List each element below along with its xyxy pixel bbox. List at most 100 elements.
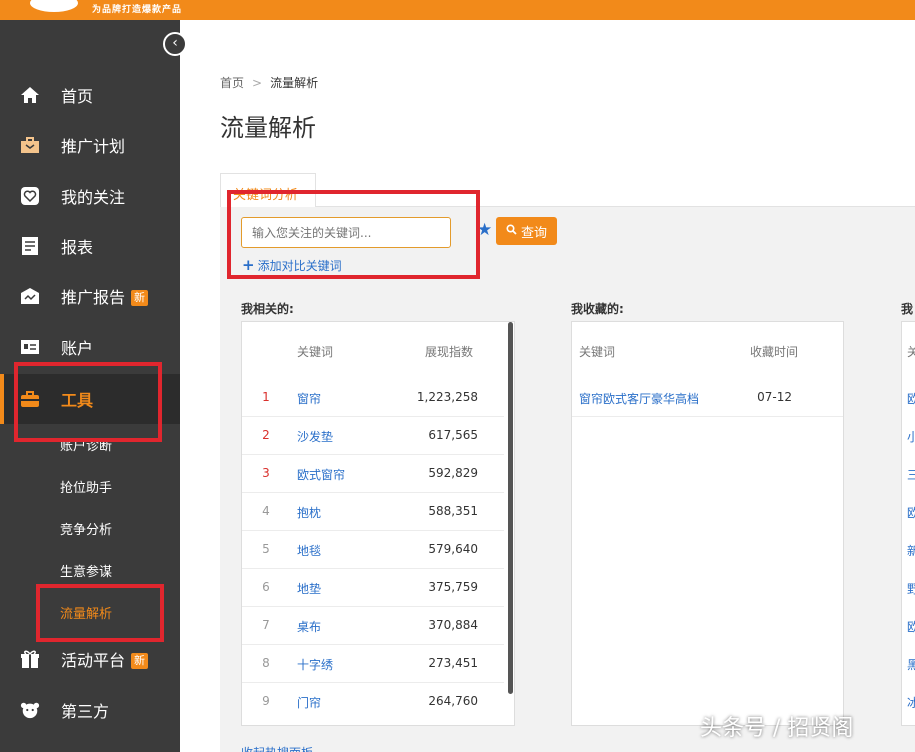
rank-number: 9 <box>262 694 270 708</box>
query-button[interactable]: 查询 <box>496 217 557 245</box>
nav-item-label: 报表 <box>61 238 94 257</box>
row-divider <box>242 530 504 531</box>
nav-item-label: 首页 <box>61 87 94 106</box>
nav-item-my-follows[interactable]: 我的关注 <box>0 173 180 219</box>
row-divider <box>242 644 504 645</box>
nav-item-label: 工具 <box>61 391 94 410</box>
rank-number: 4 <box>262 504 270 518</box>
nav-item-reports[interactable]: 报表 <box>0 223 180 269</box>
third-column-title: 我 <box>901 302 914 316</box>
third-column-keyword[interactable]: 欧 <box>907 618 915 635</box>
sub-item-account-diagnosis[interactable]: 账户诊断 <box>60 435 112 454</box>
nav-item-label: 推广计划 <box>61 137 126 156</box>
keyword-link[interactable]: 抱枕 <box>297 504 321 521</box>
row-divider <box>572 416 843 417</box>
third-column-keyword[interactable]: 新 <box>907 542 915 559</box>
rank-number: 2 <box>262 428 270 442</box>
nav-item-label: 活动平台新 <box>61 647 149 671</box>
sub-item-business-advisor[interactable]: 生意参谋 <box>60 561 112 580</box>
keyword-link[interactable]: 地毯 <box>297 542 321 559</box>
display-index: 273,451 <box>428 656 478 670</box>
display-index: 579,640 <box>428 542 478 556</box>
keyword-link[interactable]: 十字绣 <box>297 656 333 673</box>
toolbox-icon <box>20 389 40 409</box>
favorite-keyword-link[interactable]: 窗帘欧式客厅豪华高档 <box>579 390 699 407</box>
chevron-right-icon: > <box>252 76 263 90</box>
tab-keyword-analysis[interactable]: 关键词分析 <box>220 173 316 207</box>
star-icon[interactable]: ★ <box>477 220 492 240</box>
sub-item-traffic-analysis[interactable]: 流量解析 <box>60 603 112 622</box>
keyword-link[interactable]: 门帘 <box>297 694 321 711</box>
sub-item-bid-assistant[interactable]: 抢位助手 <box>60 477 112 496</box>
rank-number: 3 <box>262 466 270 480</box>
third-column-keyword[interactable]: 冰 <box>907 694 915 711</box>
sidebar: ‹ 首页 推广计划 我的关注 报表 推广报告新 账户 工具 账户诊断 抢位助手 … <box>0 20 187 752</box>
rank-number: 8 <box>262 656 270 670</box>
related-list-scrollbar[interactable] <box>508 322 513 694</box>
sub-item-competition-analysis[interactable]: 竞争分析 <box>60 519 112 538</box>
collapse-hot-panel-link[interactable]: 收起热搜面板 <box>241 744 313 752</box>
third-column-keyword[interactable]: 欧 <box>907 504 915 521</box>
report-shop-icon <box>20 286 40 306</box>
favorites-col-keyword: 关键词 <box>579 345 616 359</box>
third-column-keyword[interactable]: 小 <box>907 428 915 445</box>
nav-item-label: 我的关注 <box>61 188 126 207</box>
keyword-link[interactable]: 地垫 <box>297 580 321 597</box>
nav-item-tools[interactable]: 工具 <box>0 374 180 424</box>
account-card-icon <box>20 337 40 357</box>
add-compare-keyword-link[interactable]: + 添加对比关键词 <box>242 256 342 274</box>
keyword-link[interactable]: 窗帘 <box>297 390 321 407</box>
nav-item-third-party[interactable]: 第三方 <box>0 687 180 733</box>
row-divider <box>242 568 504 569</box>
watermark: 头条号 / 招贤阁 <box>700 716 854 741</box>
related-col-index: 展现指数 <box>425 345 474 359</box>
nav-item-events[interactable]: 活动平台新 <box>0 636 180 682</box>
row-divider <box>242 492 504 493</box>
favorites-col-time: 收藏时间 <box>750 345 799 359</box>
breadcrumb-home[interactable]: 首页 <box>220 76 244 90</box>
display-index: 1,223,258 <box>416 390 478 404</box>
nav-item-promotion-plan[interactable]: 推广计划 <box>0 122 180 168</box>
logo[interactable] <box>30 0 78 12</box>
third-column-keyword[interactable]: 野 <box>907 580 915 597</box>
row-divider <box>242 454 504 455</box>
report-icon <box>20 236 40 256</box>
related-col-keyword: 关键词 <box>297 345 334 359</box>
nav-item-account[interactable]: 账户 <box>0 324 180 370</box>
plus-icon: + <box>242 256 255 274</box>
collapse-sidebar-icon[interactable]: ‹ <box>163 32 187 56</box>
rank-number: 5 <box>262 542 270 556</box>
nav-item-label: 推广报告新 <box>61 284 149 308</box>
display-index: 588,351 <box>428 504 478 518</box>
keyword-link[interactable]: 桌布 <box>297 618 321 635</box>
third-column-keyword[interactable]: 黑 <box>907 656 915 673</box>
top-bar: 为品牌打造爆款产品 <box>0 0 915 20</box>
page-title: 流量解析 <box>220 114 316 142</box>
display-index: 370,884 <box>428 618 478 632</box>
main-content: 首页 > 流量解析 流量解析 关键词分析 ★ 查询 +添加对比关键词 我相关的: 关… <box>180 20 915 752</box>
keyword-link[interactable]: 沙发垫 <box>297 428 333 445</box>
nav-item-label: 账户 <box>61 339 94 358</box>
keyword-link[interactable]: 欧式窗帘 <box>297 466 345 483</box>
rank-number: 7 <box>262 618 270 632</box>
nav-item-promo-report[interactable]: 推广报告新 <box>0 273 180 319</box>
query-button-label: 查询 <box>520 225 547 241</box>
row-divider <box>242 682 504 683</box>
logo-tagline: 为品牌打造爆款产品 <box>92 5 183 15</box>
keyword-search-input[interactable] <box>241 217 451 248</box>
favorite-time: 07-12 <box>757 390 792 404</box>
nav-item-home[interactable]: 首页 <box>0 72 180 118</box>
search-icon <box>506 223 517 239</box>
heart-icon <box>20 186 40 206</box>
display-index: 264,760 <box>428 694 478 708</box>
third-party-icon <box>20 700 40 720</box>
rank-number: 6 <box>262 580 270 594</box>
third-column-keyword[interactable]: 三 <box>907 466 915 483</box>
nav-item-label: 第三方 <box>61 702 110 721</box>
third-column-keyword[interactable]: 欧 <box>907 390 915 407</box>
related-title: 我相关的: <box>241 302 294 316</box>
display-index: 375,759 <box>428 580 478 594</box>
briefcase-icon <box>20 135 40 155</box>
row-divider <box>242 416 504 417</box>
breadcrumb-current: 流量解析 <box>270 76 319 90</box>
